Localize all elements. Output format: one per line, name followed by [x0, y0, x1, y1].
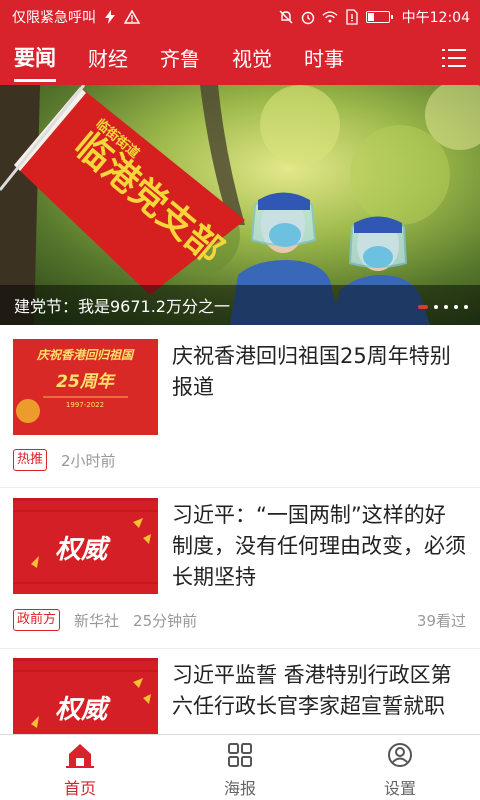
tab-shijue[interactable]: 视觉	[232, 43, 272, 76]
user-settings-icon	[388, 743, 412, 767]
nav-home[interactable]: 首页	[0, 735, 160, 800]
thumb-title-text: 庆祝香港回归祖国	[36, 348, 135, 362]
wifi-icon	[322, 9, 338, 25]
nav-settings[interactable]: 设置	[320, 735, 480, 800]
thumb-sub-text: 25周年	[56, 372, 116, 392]
menu-list-icon[interactable]	[442, 48, 466, 68]
news-thumbnail: 权威	[13, 498, 158, 594]
hero-carousel[interactable]: 临街街道 临港党支部 建党节：我是9671.2万分之一	[0, 85, 480, 325]
carousel-indicator	[418, 305, 468, 309]
hero-caption: 建党节：我是9671.2万分之一	[14, 297, 230, 316]
mute-icon	[278, 9, 294, 25]
carrier-text: 仅限紧急呼叫	[12, 9, 96, 26]
news-thumbnail: 权威	[13, 658, 158, 734]
news-meta: 政前方 新华社 25分钟前 39看过	[13, 609, 466, 631]
battery-icon	[365, 10, 393, 23]
carousel-dot[interactable]	[444, 305, 448, 309]
tab-shishi[interactable]: 时事	[304, 43, 344, 76]
nav-poster-label: 海报	[223, 779, 256, 798]
tab-yaowen[interactable]: 要闻	[14, 42, 56, 82]
status-bar: 仅限紧急呼叫 中午12:04	[0, 0, 480, 33]
news-time: 25分钟前	[133, 611, 198, 630]
news-meta: 热推 2小时前	[13, 449, 466, 471]
channel-nav: 要闻 财经 齐鲁 视觉 时事	[0, 33, 480, 85]
sim-icon	[344, 8, 360, 25]
news-title[interactable]: 习近平监誓 香港特别行政区第六任行政长官李家超宣誓就职	[172, 660, 466, 722]
thumb-title-text: 权威	[55, 695, 111, 725]
hero-caption-bar: 建党节：我是9671.2万分之一	[0, 285, 480, 325]
news-views: 39看过	[416, 611, 466, 630]
news-source: 新华社	[74, 611, 120, 630]
news-thumbnail: 庆祝香港回归祖国 25周年 1997-2022	[13, 339, 158, 435]
news-tag: 政前方	[13, 609, 61, 631]
carousel-dot[interactable]	[454, 305, 458, 309]
tab-qilu[interactable]: 齐鲁	[160, 43, 200, 76]
alarm-icon	[300, 9, 316, 25]
flash-icon	[102, 9, 118, 25]
nav-home-label: 首页	[63, 779, 96, 798]
news-time: 2小时前	[61, 451, 116, 470]
news-title[interactable]: 庆祝香港回归祖国25周年特别报道	[172, 341, 466, 403]
news-item[interactable]: 权威 习近平监誓 香港特别行政区第六任行政长官李家超宣誓就职	[0, 649, 480, 734]
news-tag: 热推	[13, 449, 48, 471]
status-time: 中午12:04	[401, 9, 470, 26]
carousel-dot[interactable]	[464, 305, 468, 309]
carousel-dot[interactable]	[418, 305, 428, 309]
news-title[interactable]: 习近平：“一国两制”这样的好制度，没有任何理由改变，必须长期坚持	[172, 500, 466, 593]
carousel-dot[interactable]	[434, 305, 438, 309]
news-item[interactable]: 权威 习近平：“一国两制”这样的好制度，没有任何理由改变，必须长期坚持 政前方 …	[0, 488, 480, 648]
thumb-title-text: 权威	[55, 535, 111, 565]
news-item[interactable]: 庆祝香港回归祖国 25周年 1997-2022 庆祝香港回归祖国25周年特别报道…	[0, 325, 480, 487]
bottom-nav: 首页 海报 设置	[0, 734, 480, 800]
grid-icon	[228, 743, 252, 767]
thumb-years-text: 1997-2022	[66, 401, 104, 409]
warning-icon	[124, 9, 140, 25]
nav-poster[interactable]: 海报	[160, 735, 320, 800]
nav-settings-label: 设置	[383, 779, 416, 798]
tab-caijing[interactable]: 财经	[88, 43, 128, 76]
home-icon	[66, 744, 94, 768]
